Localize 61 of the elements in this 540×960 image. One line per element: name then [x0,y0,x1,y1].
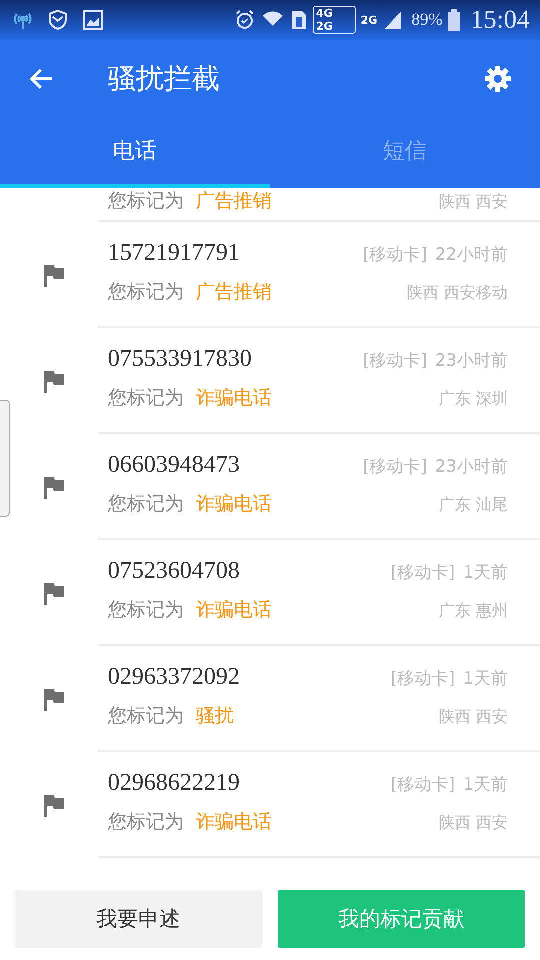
mark-category: 广告推销 [196,280,272,305]
location: 陕西 西安 [438,813,508,834]
mark-label: 您标记为 [108,598,184,623]
network-label: 2G [360,14,378,26]
flag-icon [42,263,66,287]
mark-category: 诈骗电话 [196,598,272,623]
location: 陕西 西安 [438,192,508,213]
image-icon [82,9,104,31]
mark-category: 骚扰 [196,704,234,729]
mark-label: 您标记为 [108,189,184,214]
screen-title: 骚扰拦截 [108,61,221,97]
signal-icon [382,10,403,30]
clock: 15:04 [470,5,530,35]
sim-label: [移动卡] [363,456,428,478]
phone-number: 02963372092 [108,664,240,691]
mark-label: 您标记为 [108,704,184,729]
mark-label: 您标记为 [108,810,184,835]
call-time: 1天前 [463,562,508,584]
location: 广东 惠州 [438,601,508,622]
tab[interactable]: 电话 [0,118,270,188]
phone-number: 06603948473 [108,452,240,479]
flag-icon [42,369,66,393]
sim-label: [移动卡] [363,244,428,266]
location: 陕西 西安 [438,707,508,728]
sim-label: [移动卡] [390,774,456,796]
sim-label: [移动卡] [363,350,428,372]
mark-label: 您标记为 [108,386,184,411]
alarm-icon [234,9,256,31]
dual-signal-icon: 4G 2G [313,6,356,34]
location: 陕西 西安移动 [406,283,508,304]
sim-label: [移动卡] [390,668,456,690]
call-time: 22小时前 [435,244,508,266]
phone-number: 07523604708 [108,558,240,585]
sim-icon [290,9,308,31]
location: 广东 深圳 [438,389,508,410]
battery-icon [448,9,460,31]
call-time: 1天前 [463,668,508,690]
mark-category: 广告推销 [196,189,272,214]
drawer-handle[interactable] [0,400,10,517]
flag-icon [42,581,66,605]
sim-label: [移动卡] [390,562,456,584]
shield-icon [47,9,69,31]
phone-number: 075533917830 [108,346,252,373]
mark-category: 诈骗电话 [196,810,272,835]
flag-icon [42,475,66,499]
call-time: 23小时前 [435,456,508,478]
action-button[interactable]: 我要申述 [15,890,262,948]
settings-icon[interactable] [484,65,512,93]
flag-icon [42,687,66,711]
mark-label: 您标记为 [108,280,184,305]
call-time: 23小时前 [435,350,508,372]
back-arrow-icon[interactable] [28,67,54,91]
battery-percent: 89% [412,10,443,30]
mark-label: 您标记为 [108,492,184,517]
flag-icon [42,793,66,817]
phone-number: 15721917791 [108,240,240,267]
mark-category: 诈骗电话 [196,386,272,411]
call-time: 1天前 [463,774,508,796]
location: 广东 汕尾 [438,495,508,516]
phone-number: 02968622219 [108,770,240,797]
mark-category: 诈骗电话 [196,492,272,517]
